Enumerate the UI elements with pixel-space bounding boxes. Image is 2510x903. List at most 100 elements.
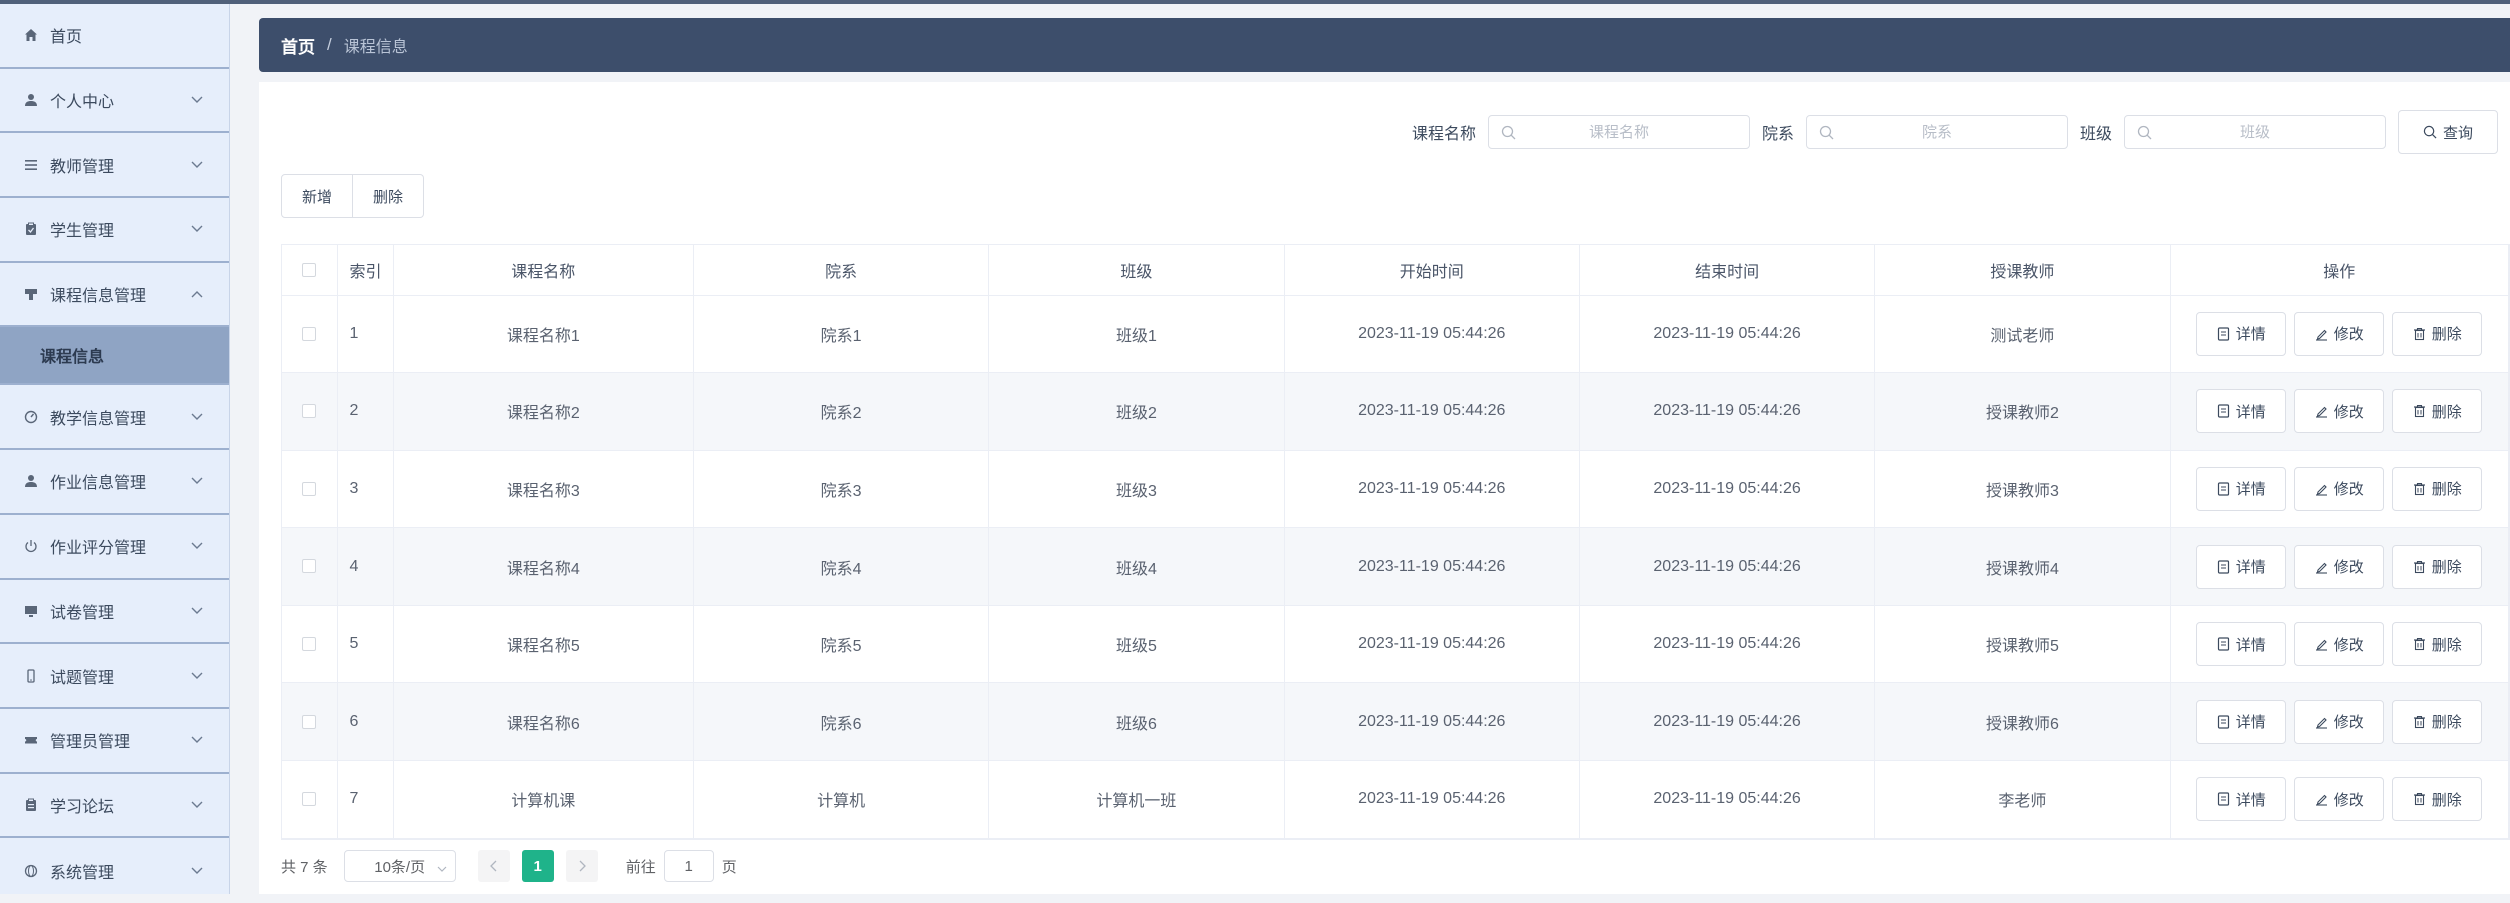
sidebar-item-label: 管理员管理 xyxy=(50,734,131,752)
row-checkbox[interactable] xyxy=(302,714,317,729)
sidebar-item-teaching-info-management[interactable]: 教学信息管理 xyxy=(0,385,229,451)
breadcrumb-home[interactable]: 首页 xyxy=(281,33,315,58)
sidebar-item-question-management[interactable]: 试题管理 xyxy=(0,644,229,709)
row-checkbox[interactable] xyxy=(302,792,317,807)
class-cell: 班级6 xyxy=(988,682,1285,762)
row-delete-button[interactable]: 删除 xyxy=(2392,389,2483,434)
select-all-checkbox[interactable] xyxy=(302,262,317,277)
sidebar-item-home[interactable]: 首页 xyxy=(0,4,229,69)
bulk-delete-button[interactable]: 删除 xyxy=(353,174,425,218)
teacher-cell: 李老师 xyxy=(1874,760,2171,839)
teacher-cell: 测试老师 xyxy=(1874,295,2171,374)
column-header: 课程名称 xyxy=(393,245,694,296)
course-table: 索引 课程名称 院系 班级 开始时间 结束时间 授课教师 操作 1 课程名称1 院系… xyxy=(281,244,2510,840)
clipboard-icon xyxy=(22,796,40,814)
department-cell: 计算机 xyxy=(693,760,990,839)
breadcrumb: 首页 / 课程信息 xyxy=(259,18,2510,72)
row-delete-button[interactable]: 删除 xyxy=(2392,622,2483,667)
page-number-current[interactable]: 1 xyxy=(521,850,554,882)
start-time-cell: 2023-11-19 05:44:26 xyxy=(1284,527,1580,606)
row-checkbox[interactable] xyxy=(302,636,317,651)
detail-button[interactable]: 详情 xyxy=(2196,699,2287,744)
page-size-select[interactable]: 10条/页 xyxy=(343,850,456,882)
next-page-button[interactable] xyxy=(565,850,598,882)
detail-button[interactable]: 详情 xyxy=(2196,311,2287,356)
edit-button[interactable]: 修改 xyxy=(2294,777,2385,822)
detail-button[interactable]: 详情 xyxy=(2196,466,2287,511)
row-index: 3 xyxy=(337,450,394,529)
detail-button[interactable]: 详情 xyxy=(2196,544,2287,589)
detail-label: 详情 xyxy=(2235,403,2266,421)
sidebar-item-student-management[interactable]: 学生管理 xyxy=(0,198,229,263)
department-cell: 院系4 xyxy=(693,527,990,606)
sidebar-item-admin-management[interactable]: 管理员管理 xyxy=(0,709,229,774)
sidebar: 首页 个人中心 教师管理 学生管理 课程信息管理 课程信息 教学信息管理 作业信… xyxy=(0,4,230,894)
course-name-input[interactable] xyxy=(1488,116,1749,148)
chevron-down-icon xyxy=(189,473,205,489)
row-delete-button[interactable]: 删除 xyxy=(2392,777,2483,822)
row-checkbox[interactable] xyxy=(302,404,317,419)
course-name-label: 课程名称 xyxy=(1411,126,1476,143)
sidebar-item-learning-forum[interactable]: 学习论坛 xyxy=(0,774,229,839)
edit-button[interactable]: 修改 xyxy=(2294,311,2385,356)
chevron-down-icon xyxy=(189,221,205,237)
add-button[interactable]: 新增 xyxy=(281,174,354,218)
goto-page-input[interactable] xyxy=(663,850,714,882)
delete-label: 删除 xyxy=(2431,559,2462,577)
sidebar-item-teacher-management[interactable]: 教师管理 xyxy=(0,133,229,199)
edit-label: 修改 xyxy=(2333,714,2364,732)
class-search-field[interactable] xyxy=(2124,115,2386,149)
sidebar-item-system-management[interactable]: 系统管理 xyxy=(0,838,229,903)
edit-button[interactable]: 修改 xyxy=(2294,466,2385,511)
chevron-down-icon xyxy=(189,668,205,684)
goto-prefix: 前往 xyxy=(625,858,656,876)
department-search-field[interactable] xyxy=(1805,115,2068,149)
class-cell: 计算机一班 xyxy=(988,760,1285,839)
chevron-left-icon xyxy=(489,860,497,872)
department-cell: 院系5 xyxy=(693,605,990,684)
class-input[interactable] xyxy=(2125,116,2385,148)
teacher-cell: 授课教师3 xyxy=(1874,450,2171,529)
row-delete-button[interactable]: 删除 xyxy=(2392,311,2483,356)
prev-page-button[interactable] xyxy=(477,850,510,882)
edit-label: 修改 xyxy=(2333,636,2364,654)
sidebar-item-label: 教学信息管理 xyxy=(50,410,147,428)
detail-button[interactable]: 详情 xyxy=(2196,622,2287,667)
breadcrumb-separator: / xyxy=(327,35,332,54)
table-row: 3 课程名称3 院系3 班级3 2023-11-19 05:44:26 2023-11-1… xyxy=(282,450,2510,529)
detail-button[interactable]: 详情 xyxy=(2196,777,2287,822)
sidebar-item-exam-paper-management[interactable]: 试卷管理 xyxy=(0,580,229,645)
course-name-cell: 课程名称1 xyxy=(393,295,694,374)
edit-button[interactable]: 修改 xyxy=(2294,622,2385,667)
row-delete-button[interactable]: 删除 xyxy=(2392,466,2483,511)
row-delete-button[interactable]: 删除 xyxy=(2392,699,2483,744)
edit-button[interactable]: 修改 xyxy=(2294,544,2385,589)
sidebar-subitem-course-info[interactable]: 课程信息 xyxy=(0,327,229,386)
course-name-cell: 课程名称6 xyxy=(393,682,694,762)
document-icon xyxy=(2217,637,2229,651)
course-name-cell: 课程名称2 xyxy=(393,372,694,451)
row-checkbox[interactable] xyxy=(302,326,317,341)
edit-icon xyxy=(2315,795,2327,806)
query-button[interactable]: 查询 xyxy=(2398,110,2498,154)
sidebar-item-homework-grading-management[interactable]: 作业评分管理 xyxy=(0,515,229,580)
row-select-cell xyxy=(282,682,338,762)
table-row: 5 课程名称5 院系5 班级5 2023-11-19 05:44:26 2023-11-1… xyxy=(282,605,2510,684)
document-icon xyxy=(2217,482,2229,496)
sidebar-item-label: 教师管理 xyxy=(50,158,115,176)
sidebar-item-homework-info-management[interactable]: 作业信息管理 xyxy=(0,450,229,515)
edit-button[interactable]: 修改 xyxy=(2294,389,2385,434)
row-checkbox[interactable] xyxy=(302,481,317,496)
course-name-search-field[interactable] xyxy=(1487,115,1750,149)
sidebar-item-course-info-management[interactable]: 课程信息管理 xyxy=(0,263,229,328)
sidebar-item-personal-center[interactable]: 个人中心 xyxy=(0,69,229,134)
detail-button[interactable]: 详情 xyxy=(2196,389,2287,434)
row-actions-cell: 详情 修改 删除 xyxy=(2170,372,2510,451)
department-input[interactable] xyxy=(1806,116,2067,148)
list-icon xyxy=(22,156,40,174)
edit-button[interactable]: 修改 xyxy=(2294,699,2385,744)
class-cell: 班级1 xyxy=(988,295,1285,374)
row-delete-button[interactable]: 删除 xyxy=(2392,544,2483,589)
course-name-cell: 课程名称5 xyxy=(393,605,694,684)
row-checkbox[interactable] xyxy=(302,559,317,574)
